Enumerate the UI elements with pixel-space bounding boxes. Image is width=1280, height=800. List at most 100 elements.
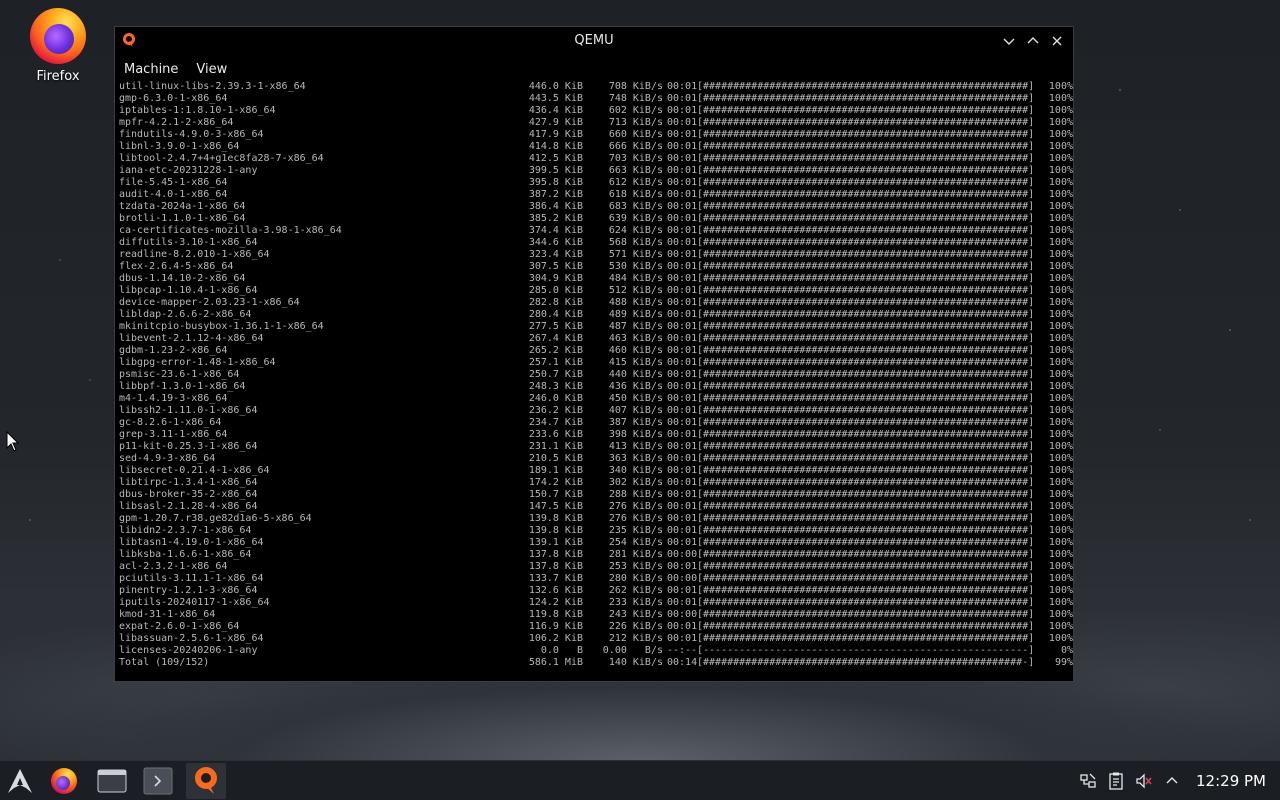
- download-rate: 660 KiB/s: [608, 129, 663, 140]
- mouse-cursor-icon: [6, 430, 20, 457]
- menu-view[interactable]: View: [195, 62, 228, 77]
- progress-bar: [#######################################…: [697, 177, 1035, 188]
- chevron-up-icon: [1027, 37, 1039, 44]
- chevron-up-icon[interactable]: [1158, 761, 1186, 800]
- download-time: 00:01: [667, 429, 698, 440]
- progress-percent: 100%: [1048, 381, 1073, 392]
- download-time: 00:01: [667, 105, 698, 116]
- progress-percent: 100%: [1048, 513, 1073, 524]
- download-size: 124.2 KiB: [528, 597, 583, 608]
- maximize-button[interactable]: [1023, 31, 1043, 51]
- taskbar-terminal[interactable]: [138, 763, 178, 799]
- download-rate: 212 KiB/s: [608, 633, 663, 644]
- progress-percent: 100%: [1048, 585, 1073, 596]
- download-time: 00:01: [667, 177, 698, 188]
- progress-bar: [#######################################…: [697, 381, 1035, 392]
- package-name: libtirpc-1.3.4-1-x86_64: [119, 477, 258, 488]
- download-rate: 612 KiB/s: [608, 177, 663, 188]
- progress-bar: [#######################################…: [697, 189, 1035, 200]
- desktop-icon-firefox[interactable]: Firefox: [22, 8, 94, 84]
- taskbar-file-manager[interactable]: [92, 763, 132, 799]
- download-rate: 302 KiB/s: [608, 477, 663, 488]
- progress-percent: 100%: [1048, 177, 1073, 188]
- clock[interactable]: 12:29 PM: [1186, 772, 1280, 790]
- network-icon[interactable]: [1074, 761, 1102, 800]
- close-button[interactable]: [1047, 31, 1067, 51]
- menu-machine[interactable]: Machine: [123, 62, 179, 77]
- download-size: 189.1 KiB: [528, 465, 583, 476]
- download-time: 00:01: [667, 369, 698, 380]
- qemu-window[interactable]: QEMU Machine View util-linux-libs-2.39.3…: [114, 26, 1074, 682]
- package-name: p11-kit-0.25.3-1-x86_64: [119, 441, 258, 452]
- download-rate: 0.00 B/s: [602, 645, 663, 656]
- progress-percent: 100%: [1048, 189, 1073, 200]
- progress-percent: 100%: [1048, 633, 1073, 644]
- download-rate: 413 KiB/s: [608, 441, 663, 452]
- download-size: 139.8 KiB: [528, 513, 583, 524]
- download-size: 246.0 KiB: [528, 393, 583, 404]
- taskbar-qemu[interactable]: [186, 763, 226, 799]
- download-size: 385.2 KiB: [528, 213, 583, 224]
- download-rate: 624 KiB/s: [608, 225, 663, 236]
- download-time: 00:01: [667, 273, 698, 284]
- progress-percent: 100%: [1048, 141, 1073, 152]
- progress-percent: 100%: [1048, 345, 1073, 356]
- download-time: 00:01: [667, 501, 698, 512]
- download-size: 265.2 KiB: [528, 345, 583, 356]
- download-rate: 226 KiB/s: [608, 621, 663, 632]
- console-output[interactable]: util-linux-libs-2.39.3-1-x86_64 446.0 KiB…: [119, 81, 1073, 681]
- console-line: libnl-3.9.0-1-x86_64 414.8 KiB 666 KiB/s 00…: [119, 141, 1073, 153]
- package-name: pinentry-1.2.1-3-x86_64: [119, 585, 258, 596]
- progress-percent: 100%: [1048, 153, 1073, 164]
- download-time: 00:01: [667, 465, 698, 476]
- arch-linux-icon: [8, 769, 32, 793]
- download-time: 00:01: [667, 201, 698, 212]
- progress-bar: [#######################################…: [697, 129, 1035, 140]
- download-time: 00:01: [667, 141, 698, 152]
- download-rate: 512 KiB/s: [608, 285, 663, 296]
- console-line: libgpg-error-1.48-1-x86_64 257.1 KiB 415 K…: [119, 357, 1073, 369]
- progress-bar: [---------------------------------------…: [697, 645, 1035, 656]
- progress-bar: [#######################################…: [697, 549, 1035, 560]
- download-size: 414.8 KiB: [528, 141, 583, 152]
- clipboard-icon[interactable]: [1102, 761, 1130, 800]
- progress-percent: 100%: [1048, 297, 1073, 308]
- download-size: 374.4 KiB: [528, 225, 583, 236]
- console-line: gc-8.2.6-1-x86_64 234.7 KiB 387 KiB/s 00:01…: [119, 417, 1073, 429]
- taskbar-firefox[interactable]: [44, 763, 84, 799]
- download-time: 00:01: [667, 633, 698, 644]
- window-titlebar[interactable]: QEMU: [115, 27, 1073, 55]
- download-size: 236.2 KiB: [528, 405, 583, 416]
- minimize-button[interactable]: [999, 31, 1019, 51]
- download-rate: 363 KiB/s: [608, 453, 663, 464]
- download-size: 267.4 KiB: [528, 333, 583, 344]
- download-rate: 243 KiB/s: [608, 609, 663, 620]
- console-line: findutils-4.9.0-3-x86_64 417.9 KiB 660 KiB…: [119, 129, 1073, 141]
- volume-muted-icon[interactable]: [1130, 761, 1158, 800]
- download-time: 00:14: [667, 657, 698, 668]
- terminal-icon: [143, 767, 173, 795]
- package-name: iptables-1:1.8.10-1-x86_64: [119, 105, 276, 116]
- download-rate: 663 KiB/s: [608, 165, 663, 176]
- download-size: 139.1 KiB: [528, 537, 583, 548]
- progress-bar: [#######################################…: [697, 393, 1035, 404]
- console-line: file-5.45-1-x86_64 395.8 KiB 612 KiB/s 00:0…: [119, 177, 1073, 189]
- package-name: gc-8.2.6-1-x86_64: [119, 417, 222, 428]
- download-time: 00:00: [667, 549, 698, 560]
- download-time: 00:01: [667, 441, 698, 452]
- console-line: libldap-2.6.6-2-x86_64 280.4 KiB 489 KiB/s…: [119, 309, 1073, 321]
- progress-bar: [#######################################…: [697, 261, 1035, 272]
- download-time: 00:00: [667, 609, 698, 620]
- download-size: 387.2 KiB: [528, 189, 583, 200]
- progress-percent: 100%: [1048, 405, 1073, 416]
- progress-percent: 100%: [1048, 369, 1073, 380]
- download-size: 280.4 KiB: [528, 309, 583, 320]
- console-line: dbus-1.14.10-2-x86_64 304.9 KiB 484 KiB/s 0…: [119, 273, 1073, 285]
- package-name: findutils-4.9.0-3-x86_64: [119, 129, 264, 140]
- progress-percent: 100%: [1048, 309, 1073, 320]
- progress-percent: 100%: [1048, 501, 1073, 512]
- app-launcher-button[interactable]: [0, 763, 40, 799]
- progress-percent: 100%: [1048, 333, 1073, 344]
- download-size: 307.5 KiB: [528, 261, 583, 272]
- download-time: 00:01: [667, 345, 698, 356]
